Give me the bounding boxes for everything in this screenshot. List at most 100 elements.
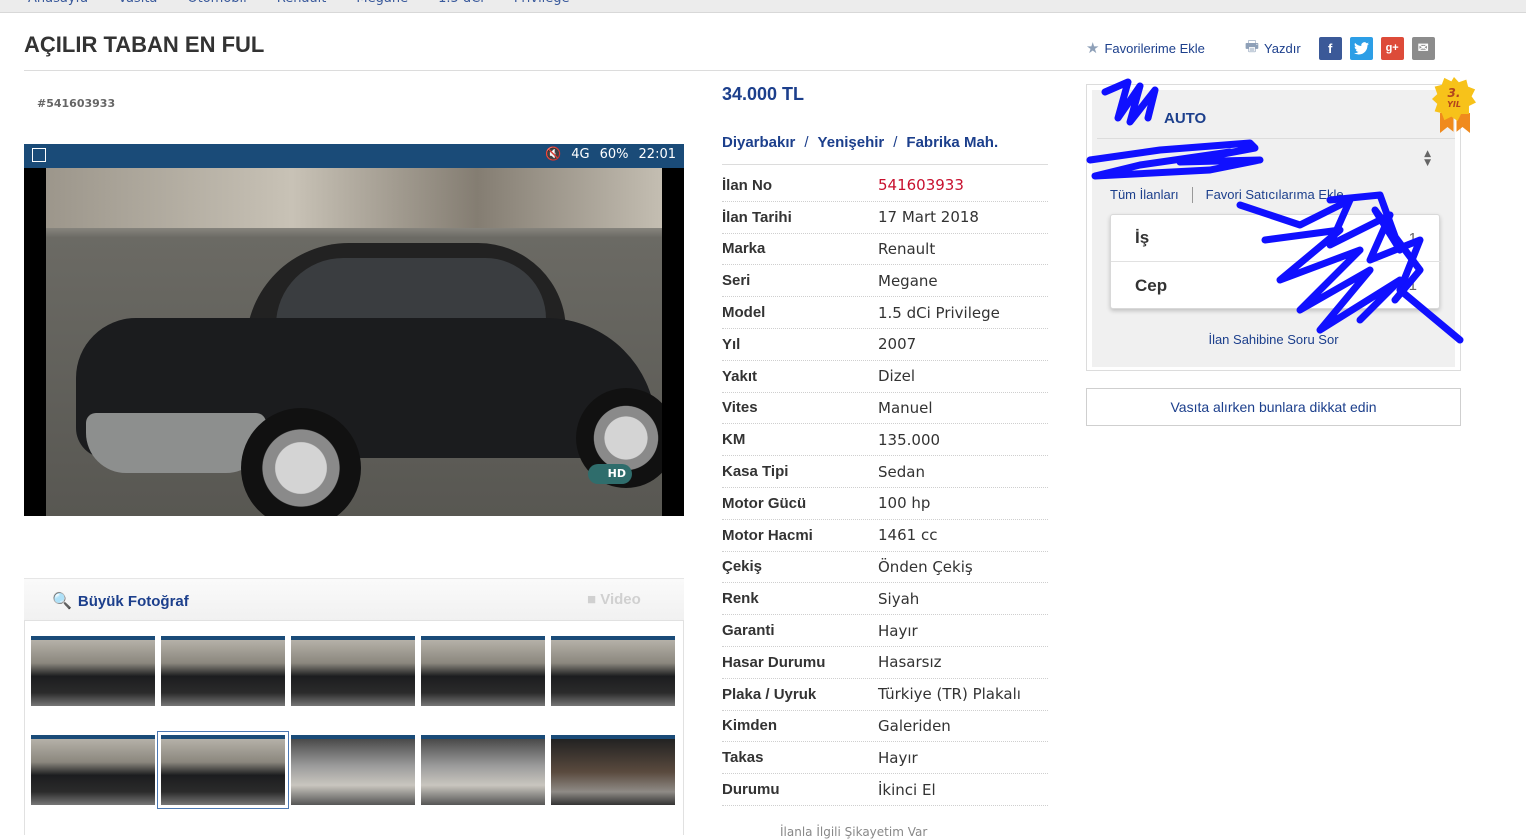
complaint-link[interactable]: İlanla İlgili Şikayetim Var (780, 825, 927, 839)
video-label: Video (600, 591, 641, 608)
spec-key: Model (722, 304, 766, 322)
print-button[interactable]: 🖶 Yazdır (1245, 36, 1301, 61)
facebook-share-icon[interactable]: f (1318, 36, 1342, 60)
spec-row: İlan Tarihi 17 Mart 2018 (722, 202, 1048, 234)
video-tab[interactable]: ■ Video (587, 591, 641, 608)
car-front-wheel (241, 408, 361, 516)
mobile-phone-row[interactable]: Cep 31 (1111, 262, 1441, 309)
breadcrumb-item[interactable]: Renault (277, 0, 327, 6)
spec-row: Model 1.5 dCi Privilege (722, 297, 1048, 329)
store-name[interactable]: AUTO (1164, 110, 1206, 127)
breadcrumb-item[interactable]: Anasayfa (28, 0, 88, 6)
breadcrumb[interactable]: Anasayfa Vasıta Otomobil Renault Megane 1.5 d… (28, 0, 600, 6)
magnifier-icon: 🔍 (52, 593, 72, 610)
caution-link[interactable]: Vasıta alırken bunlara dikkat edin (1086, 388, 1461, 426)
spec-value: Siyah (878, 589, 920, 608)
battery-label: 60% (599, 147, 629, 162)
location-district[interactable]: Yenişehir (818, 134, 885, 151)
spec-value: Megane (878, 271, 938, 290)
location-city[interactable]: Diyarbakır (722, 134, 795, 151)
listing-actions: ★ Favorilerime Ekle 🖶 Yazdır f g+ ✉ (1086, 36, 1435, 60)
mobile-phone-label: Cep (1135, 275, 1168, 295)
main-photo[interactable]: 🔇 4G 60% 22:01 HD (24, 144, 684, 516)
thumbnail-1[interactable] (31, 636, 155, 706)
spec-row: Marka Renault (722, 234, 1048, 266)
spec-value: Dizel (878, 367, 915, 386)
breadcrumb-bar: Anasayfa Vasıta Otomobil Renault Megane 1.5 d… (0, 0, 1526, 13)
title-divider (24, 70, 1460, 71)
spec-row: Kasa Tipi Sedan (722, 456, 1048, 488)
spec-list: İlan No 541603933 İlan Tarihi 17 Mart 2018 M… (722, 170, 1048, 806)
spec-key: Hasar Durumu (722, 653, 826, 671)
car-image: HD (46, 168, 662, 516)
work-phone-row[interactable]: İş 1 (1111, 215, 1441, 262)
social-share: f g+ ✉ (1318, 36, 1435, 60)
big-photo-tab[interactable]: 🔍 Büyük Fotoğraf (52, 591, 189, 611)
twitter-share-icon[interactable] (1349, 36, 1373, 60)
mobile-phone-number: 31 (1400, 277, 1417, 294)
spec-key: KM (722, 431, 746, 449)
spec-row: İlan No 541603933 (722, 170, 1048, 202)
thumbnail-9[interactable] (421, 735, 545, 805)
thumbnail-3[interactable] (291, 636, 415, 706)
spec-row: Çekiş Önden Çekiş (722, 552, 1048, 584)
spec-row: Plaka / Uyruk Türkiye (TR) Plakalı (722, 679, 1048, 711)
breadcrumb-item[interactable]: Otomobil (187, 0, 246, 6)
spec-key: Yakıt (722, 367, 758, 385)
spec-key: İlan No (722, 176, 773, 194)
spec-value: 135.000 (878, 430, 941, 449)
gallery-icon (32, 148, 46, 162)
spec-value: Galeriden (878, 716, 951, 735)
spec-row: Seri Megane (722, 265, 1048, 298)
spec-key: Kasa Tipi (722, 463, 789, 481)
thumbnail-2[interactable] (161, 636, 285, 706)
breadcrumb-item[interactable]: Megane (356, 0, 408, 6)
thumbnail-8[interactable] (291, 735, 415, 805)
thumbnail-7-selected[interactable] (157, 731, 289, 809)
thumbnail-10[interactable] (551, 735, 675, 805)
photo-tabs: 🔍 Büyük Fotoğraf ■ Video (24, 578, 684, 620)
seller-divider (1097, 138, 1455, 139)
spec-value: 17 Mart 2018 (878, 208, 979, 227)
badge-year: 3. (1447, 86, 1461, 100)
mail-share-icon[interactable]: ✉ (1411, 36, 1435, 60)
street-background (46, 168, 662, 228)
thumbnail-5[interactable] (551, 636, 675, 706)
spec-row: Takas Hayır (722, 742, 1048, 775)
breadcrumb-item[interactable]: Vasıta (118, 0, 157, 6)
listing-title: AÇILIR TABAN EN FUL (24, 32, 265, 57)
spec-value: Hasarsız (878, 653, 942, 672)
location: Diyarbakır / Yenişehir / Fabrika Mah. (722, 134, 999, 151)
location-neighborhood[interactable]: Fabrika Mah. (906, 134, 998, 151)
spec-key: Marka (722, 240, 766, 258)
spec-value: Hayır (878, 748, 918, 767)
spec-value: Sedan (878, 462, 925, 481)
spec-value: Manuel (878, 398, 933, 417)
thumbnail-6[interactable] (31, 735, 155, 805)
add-favorite-button[interactable]: ★ Favorilerime Ekle (1086, 39, 1205, 57)
price: 34.000 TL (722, 84, 805, 104)
time-label: 22:01 (638, 147, 676, 162)
work-phone-number: 1 (1408, 229, 1417, 247)
breadcrumb-item[interactable]: 1.5 dCi (438, 0, 484, 6)
sort-arrows-icon[interactable]: ▲ ▼ (1424, 150, 1431, 168)
spec-row: Garanti Hayır (722, 615, 1048, 647)
thumbnail-grid (24, 620, 684, 835)
work-phone-label: İş (1135, 228, 1150, 247)
spec-value: 1.5 dCi Privilege (878, 303, 1000, 322)
thumbnail-4[interactable] (421, 636, 545, 706)
spec-value: Önden Çekiş (878, 557, 973, 576)
spec-key: Garanti (722, 622, 775, 640)
add-favorite-seller-link[interactable]: Favori Satıcılarıma Ekle (1206, 187, 1344, 203)
phone-box: İş 1 Cep 31 (1110, 214, 1441, 309)
big-photo-label: Büyük Fotoğraf (77, 592, 189, 610)
spec-key: Motor Hacmi (722, 526, 813, 544)
spec-value: Renault (878, 239, 936, 258)
spec-key: Çekiş (722, 558, 763, 576)
ask-seller-link[interactable]: İlan Sahibine Soru Sor (1092, 332, 1455, 347)
all-listings-link[interactable]: Tüm İlanları (1110, 187, 1179, 203)
google-plus-share-icon[interactable]: g+ (1380, 36, 1404, 60)
breadcrumb-item[interactable]: Privilege (514, 0, 570, 6)
membership-year-badge: 3. YIL (1432, 77, 1476, 133)
spec-row: Motor Gücü 100 hp (722, 488, 1048, 520)
